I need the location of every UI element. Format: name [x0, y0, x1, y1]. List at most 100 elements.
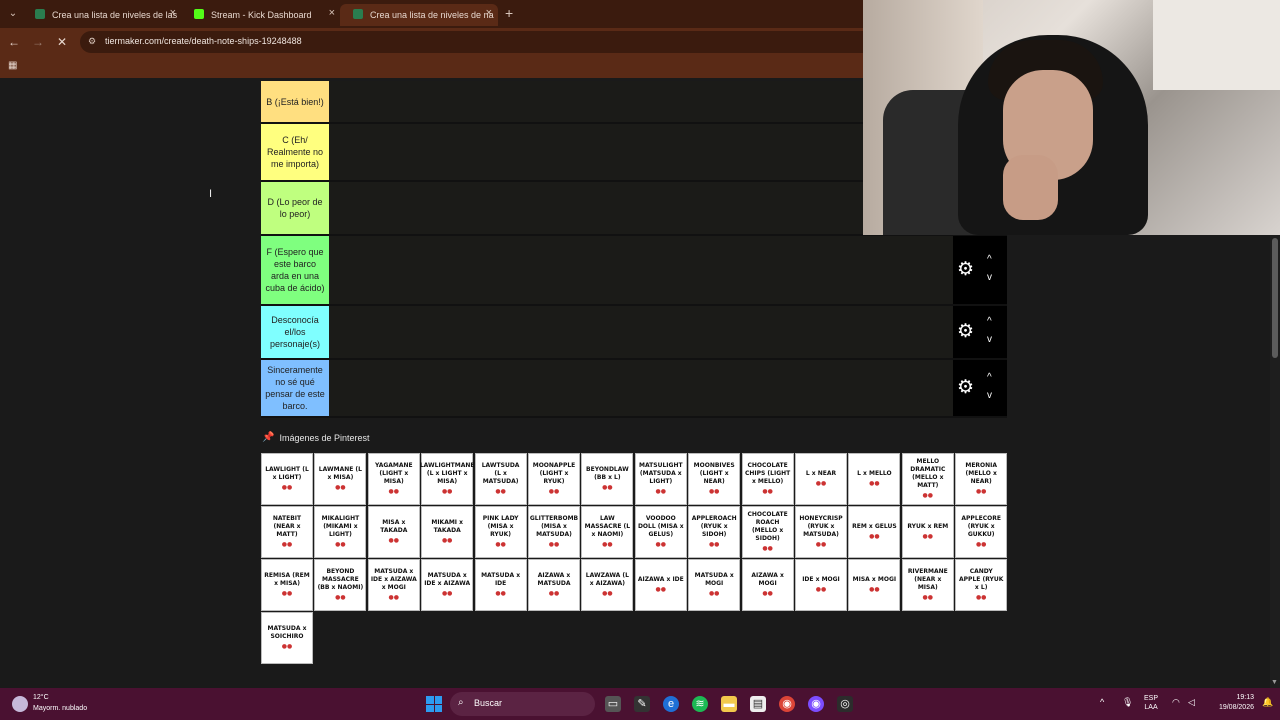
tier-drop-zone[interactable]: [329, 306, 953, 358]
tier-drop-zone[interactable]: [329, 124, 953, 180]
stop-loading-icon[interactable]: ✕: [54, 34, 70, 50]
tier-settings-gear-icon[interactable]: ⚙: [957, 320, 974, 343]
pinterest-card[interactable]: APPLEROACH (RYUK x SIDOH) ●●: [688, 506, 741, 558]
pinterest-card[interactable]: MATSUDA x IDE ●●: [474, 559, 527, 611]
spotify-icon[interactable]: ≋: [692, 696, 708, 712]
pinterest-card[interactable]: CHOCOLATE CHIPS (LIGHT x MELLO) ●●: [741, 453, 794, 505]
pinterest-card[interactable]: LAWLIGHT (L x LIGHT) ●●: [261, 453, 313, 505]
pinterest-card[interactable]: BEYOND MASSACRE (BB x NAOMI) ●●: [314, 559, 367, 611]
site-info-icon[interactable]: ⚙: [88, 36, 98, 48]
back-icon[interactable]: ←: [6, 34, 22, 50]
pinterest-card[interactable]: MELLO DRAMATIC (MELLO x MATT) ●●: [901, 453, 954, 505]
pinterest-card[interactable]: MISA x TAKADA ●●: [367, 506, 420, 558]
weather-description[interactable]: Mayorm. nublado: [33, 705, 87, 712]
chrome-icon[interactable]: ◉: [779, 696, 795, 712]
pinterest-card[interactable]: LAWTSUDA (L x MATSUDA) ●●: [474, 453, 527, 505]
tier-label[interactable]: Desconocía el/los personaje(s): [261, 306, 329, 358]
pinterest-card[interactable]: RIVERMANE (NEAR x MISA) ●●: [901, 559, 954, 611]
move-tier-down-icon[interactable]: v: [987, 272, 992, 283]
pinterest-card[interactable]: MERONIA (MELLO x NEAR) ●●: [955, 453, 1008, 505]
notepad-icon[interactable]: ▤: [750, 696, 766, 712]
move-tier-up-icon[interactable]: ^: [987, 316, 992, 327]
browser-tab-2[interactable]: Stream - Kick Dashboard ×: [181, 4, 341, 26]
new-tab-button[interactable]: +: [505, 5, 513, 21]
edge-browser-icon[interactable]: e: [663, 696, 679, 712]
pinterest-card[interactable]: LAWMANE (L x MISA) ●●: [314, 453, 367, 505]
weather-temperature[interactable]: 12°C: [33, 694, 49, 701]
pinterest-card[interactable]: LAW MASSACRE (L x NAOMI) ●●: [581, 506, 634, 558]
pinterest-card[interactable]: AIZAWA x IDE ●●: [634, 559, 687, 611]
pinterest-card[interactable]: MOONAPPLE (LIGHT x RYUK) ●●: [528, 453, 580, 505]
forward-icon[interactable]: →: [30, 34, 46, 50]
move-tier-up-icon[interactable]: ^: [987, 254, 992, 265]
pinterest-card[interactable]: IDE x MOGI ●●: [795, 559, 847, 611]
weather-cloud-icon[interactable]: [12, 696, 28, 712]
tier-label[interactable]: F (Espero que este barco arda en una cub…: [261, 236, 329, 304]
pinterest-card[interactable]: MATSUDA x IDE x AIZAWA x MOGI ●●: [367, 559, 420, 611]
windows-start-icon[interactable]: [426, 696, 442, 712]
wifi-icon[interactable]: ◠: [1172, 697, 1180, 708]
pinterest-card[interactable]: MATSULIGHT (MATSUDA x LIGHT) ●●: [634, 453, 687, 505]
pinterest-card[interactable]: MOONBIVES (LIGHT x NEAR) ●●: [688, 453, 741, 505]
pinterest-card[interactable]: CHOCOLATE ROACH (MELLO x SIDOH) ●●: [741, 506, 794, 558]
browser-tab-1[interactable]: Crea una lista de niveles de las ×: [22, 4, 182, 26]
pinterest-card[interactable]: LAWZAWA (L x AIZAWA) ●●: [581, 559, 634, 611]
pinterest-card[interactable]: LAWLIGHTMANE (L x LIGHT x MISA) ●●: [420, 453, 475, 505]
pinterest-card[interactable]: RYUK x REM ●●: [901, 506, 954, 558]
chrome-profile-icon[interactable]: ◉: [808, 696, 824, 712]
pinterest-card[interactable]: MISA x MOGI ●●: [848, 559, 901, 611]
tier-label[interactable]: D (Lo peor de lo peor): [261, 182, 329, 234]
pinterest-card[interactable]: MATSUDA x SOICHIRO ●●: [261, 612, 313, 664]
pinterest-card[interactable]: REMISA (REM x MISA) ●●: [261, 559, 313, 611]
tier-drop-zone[interactable]: [329, 81, 953, 122]
pinterest-card[interactable]: AIZAWA x MOGI ●●: [741, 559, 794, 611]
tier-settings-gear-icon[interactable]: ⚙: [957, 376, 974, 399]
pinterest-card[interactable]: MATSUDA x MOGI ●●: [688, 559, 741, 611]
pinterest-card[interactable]: APPLECORE (RYUK x GUKKU) ●●: [955, 506, 1008, 558]
close-tab-icon[interactable]: ×: [329, 7, 335, 19]
pinterest-card[interactable]: CANDY APPLE (RYUK x L) ●●: [955, 559, 1008, 611]
obs-icon[interactable]: ◎: [837, 696, 853, 712]
pinterest-card[interactable]: REM x GELUS ●●: [848, 506, 901, 558]
pinterest-card[interactable]: MIKALIGHT (MIKAMI x LIGHT) ●●: [314, 506, 367, 558]
scroll-down-icon[interactable]: ▼: [1271, 679, 1278, 686]
microphone-icon[interactable]: 🎙: [1122, 697, 1133, 708]
pinterest-card[interactable]: PINK LADY (MISA x RYUK) ●●: [474, 506, 527, 558]
apps-grid-icon[interactable]: ▦: [8, 60, 20, 72]
tier-label[interactable]: C (Eh/ Realmente no me importa): [261, 124, 329, 180]
close-tab-icon[interactable]: ×: [170, 7, 176, 19]
tab-list-dropdown-icon[interactable]: ⌄: [5, 6, 21, 22]
pinterest-card[interactable]: MIKAMI x TAKADA ●●: [421, 506, 474, 558]
taskbar-search[interactable]: ⌕ Buscar: [450, 692, 595, 716]
url-text[interactable]: tiermaker.com/create/death-note-ships-19…: [105, 36, 302, 46]
language-indicator[interactable]: ESP LAA: [1144, 694, 1158, 712]
tier-settings-gear-icon[interactable]: ⚙: [957, 258, 974, 281]
scroll-thumb[interactable]: [1272, 238, 1278, 358]
close-tab-icon[interactable]: ×: [486, 7, 492, 19]
pinterest-card[interactable]: L x MELLO ●●: [848, 453, 901, 505]
move-tier-down-icon[interactable]: v: [987, 334, 992, 345]
pinterest-card[interactable]: YAGAMANE (LIGHT x MISA) ●●: [367, 453, 420, 505]
volume-icon[interactable]: ◁: [1188, 697, 1195, 708]
tier-drop-zone[interactable]: [329, 182, 953, 234]
tier-drop-zone[interactable]: [329, 236, 953, 304]
task-view-icon[interactable]: ▭: [605, 696, 621, 712]
pinterest-card[interactable]: BEYONDLAW (BB x L) ●●: [581, 453, 634, 505]
pinterest-card[interactable]: HONEYCRISP (RYUK x MATSUDA) ●●: [795, 506, 847, 558]
tier-label[interactable]: Sinceramente no sé qué pensar de este ba…: [261, 360, 329, 416]
browser-tab-3[interactable]: Crea una lista de niveles de na ×: [340, 4, 498, 26]
address-bar[interactable]: ⚙ tiermaker.com/create/death-note-ships-…: [80, 31, 880, 53]
pinterest-card[interactable]: NATEBIT (NEAR x MATT) ●●: [261, 506, 313, 558]
move-tier-up-icon[interactable]: ^: [987, 372, 992, 383]
tier-label[interactable]: B (¡Está bien!): [261, 81, 329, 122]
notification-bell-icon[interactable]: 🔔: [1262, 697, 1273, 708]
file-explorer-icon[interactable]: ▬: [721, 696, 737, 712]
tray-overflow-icon[interactable]: ^: [1100, 697, 1104, 707]
pinterest-card[interactable]: AIZAWA x MATSUDA ●●: [528, 559, 580, 611]
pinterest-card[interactable]: VOODOO DOLL (MISA x GELUS) ●●: [634, 506, 687, 558]
tier-drop-zone[interactable]: [329, 360, 953, 416]
pinterest-card[interactable]: MATSUDA x IDE x AIZAWA ●●: [421, 559, 474, 611]
taskbar-clock[interactable]: 19:13 19/08/2026: [1208, 693, 1254, 713]
pinterest-card[interactable]: L x NEAR ●●: [795, 453, 847, 505]
move-tier-down-icon[interactable]: v: [987, 390, 992, 401]
